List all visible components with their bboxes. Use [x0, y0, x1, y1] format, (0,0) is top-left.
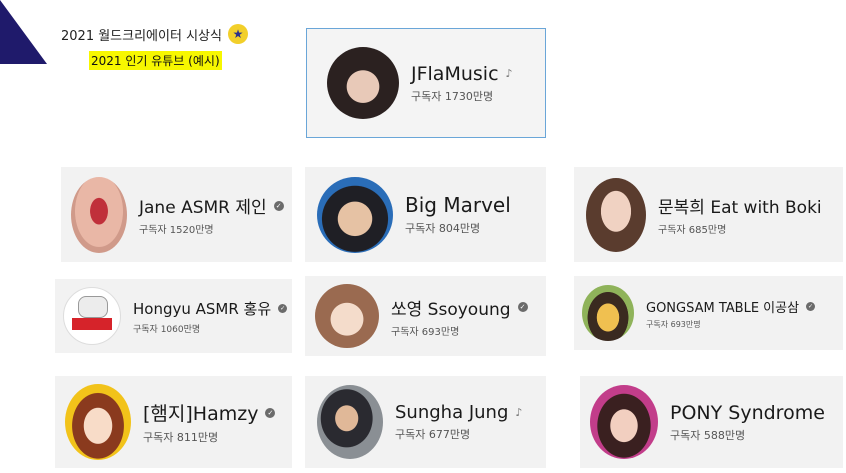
channel-name: Sungha Jung [395, 402, 509, 423]
channel-name: Jane ASMR 제인 [139, 198, 267, 218]
subtitle-highlight: 2021 인기 유튜브 (예시) [89, 51, 222, 70]
channel-name: Hongyu ASMR 홍유 [133, 299, 272, 318]
avatar [327, 47, 399, 119]
avatar [315, 284, 379, 348]
event-title: 2021 월드크리에이터 시상식 ★ [61, 24, 248, 44]
subscriber-count: 구독자 685만명 [658, 225, 727, 236]
channel-card[interactable]: Sungha Jung ♪ 구독자 677만명 [305, 376, 546, 468]
avatar [63, 287, 121, 345]
music-note-icon: ♪ [515, 406, 523, 419]
channel-card[interactable]: PONY Syndrome 구독자 588만명 [580, 376, 843, 468]
avatar [590, 385, 658, 459]
subscriber-count: 구독자 693만명 [391, 326, 460, 338]
channel-card[interactable]: Hongyu ASMR 홍유 ✓ 구독자 1060만명 [55, 279, 292, 353]
channel-card[interactable]: 문복희 Eat with Boki 구독자 685만명 [574, 167, 843, 262]
avatar [317, 385, 383, 459]
verified-icon: ✓ [278, 303, 288, 313]
avatar [582, 285, 634, 341]
verified-icon: ✓ [273, 200, 284, 211]
corner-triangle-decoration [0, 0, 47, 64]
star-icon: ★ [227, 24, 248, 44]
channel-name: JFlaMusic [411, 62, 499, 85]
channel-card[interactable]: GONGSAM TABLE 이공삼 ✓ 구독자 693만명 [574, 276, 843, 350]
verified-icon: ✓ [265, 407, 276, 418]
channel-card[interactable]: Jane ASMR 제인 ✓ 구독자 1520만명 [61, 167, 292, 262]
subscriber-count: 구독자 588만명 [670, 428, 746, 442]
subscriber-count: 구독자 811만명 [143, 431, 219, 444]
avatar [586, 177, 646, 252]
event-title-text: 2021 월드크리에이터 시상식 [61, 28, 222, 44]
channel-card[interactable]: Big Marvel 구독자 804만명 [305, 167, 546, 262]
channel-card[interactable]: [햄지]Hamzy ✓ 구독자 811만명 [55, 376, 292, 468]
subscriber-count: 구독자 804만명 [405, 222, 481, 235]
subscriber-count: 구독자 1730만명 [411, 89, 494, 103]
avatar [317, 176, 393, 253]
channel-name: 쏘영 Ssoyoung [391, 299, 511, 320]
channel-card[interactable]: 쏘영 Ssoyoung ✓ 구독자 693만명 [305, 276, 546, 356]
music-note-icon: ♪ [505, 67, 513, 80]
subscriber-count: 구독자 677만명 [395, 428, 471, 441]
channel-name: GONGSAM TABLE 이공삼 [646, 300, 800, 316]
avatar [71, 176, 127, 253]
avatar [65, 384, 131, 460]
subscriber-count: 구독자 1520만명 [139, 225, 214, 236]
channel-name: Big Marvel [405, 193, 511, 217]
channel-name: 문복희 Eat with Boki [658, 198, 822, 218]
channel-name: PONY Syndrome [670, 401, 825, 424]
verified-icon: ✓ [806, 301, 816, 311]
verified-icon: ✓ [517, 302, 528, 312]
channel-name: [햄지]Hamzy [143, 403, 259, 425]
featured-channel-card[interactable]: JFlaMusic ♪ 구독자 1730만명 [306, 28, 546, 138]
subscriber-count: 구독자 1060만명 [133, 324, 201, 335]
subscriber-count: 구독자 693만명 [646, 319, 701, 329]
